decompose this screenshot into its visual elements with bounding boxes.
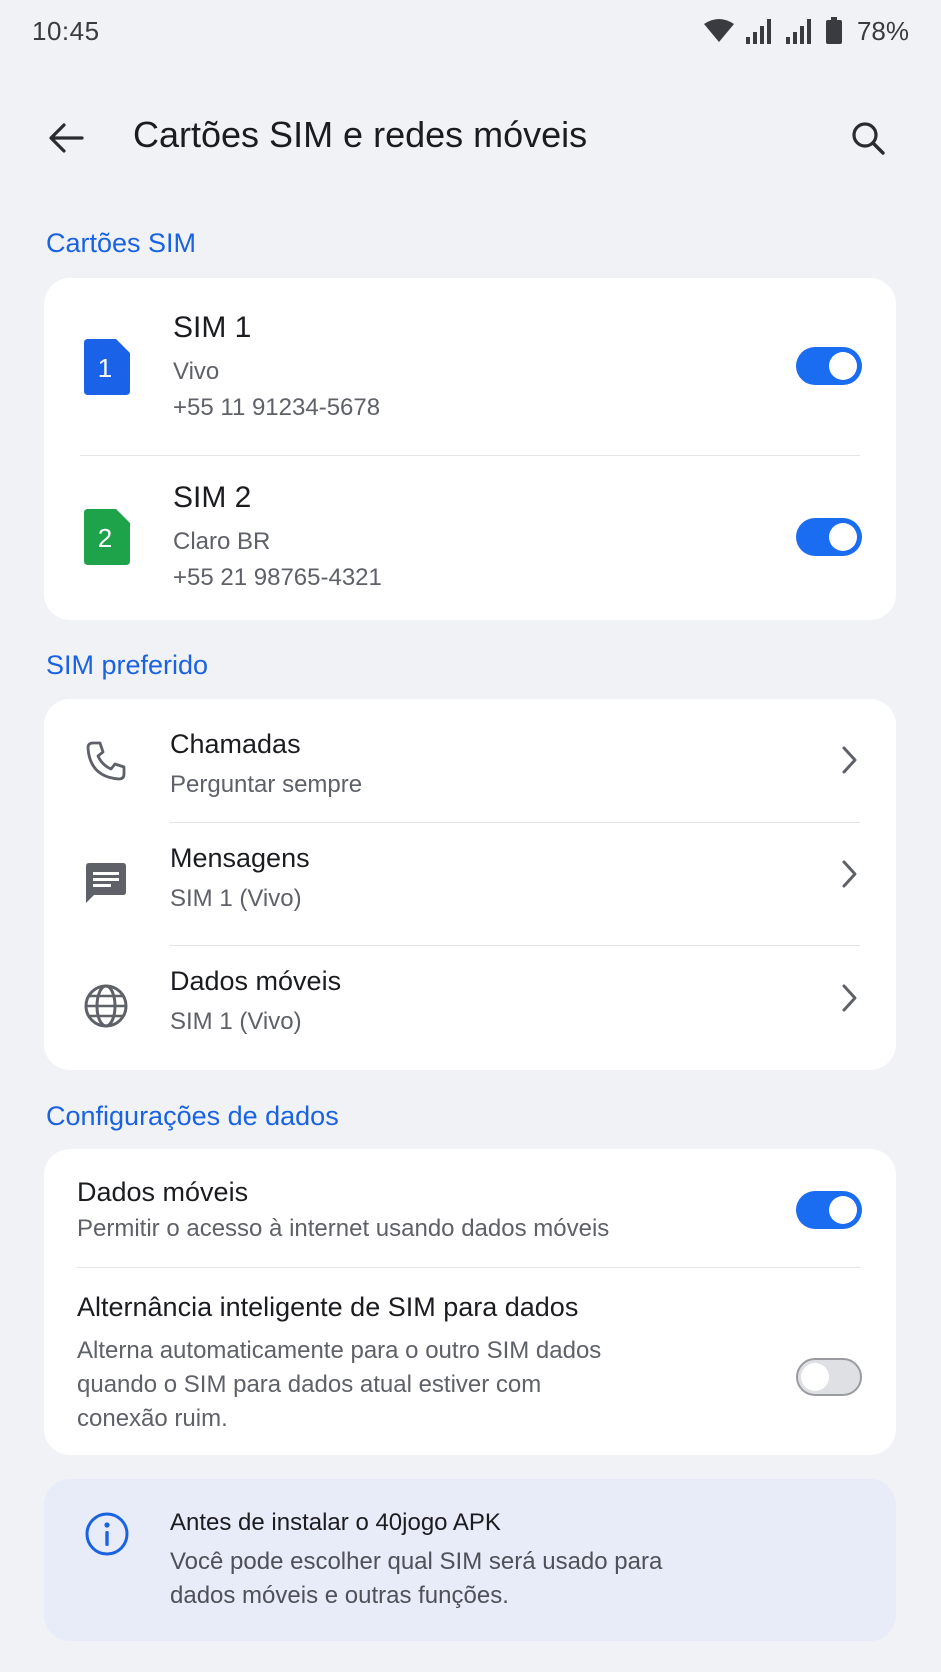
chevron-right-icon	[834, 859, 864, 889]
sim-row-2[interactable]: 2 SIM 2 Claro BR +55 21 98765-4321	[44, 456, 896, 620]
setting-smart-switch-description: Alterna automaticamente para o outro SIM…	[77, 1337, 602, 1432]
page-title: Cartões SIM e redes móveis	[133, 114, 588, 155]
setting-mobile-data-title: Dados móveis	[77, 1177, 249, 1207]
sim-1-toggle[interactable]	[796, 347, 862, 385]
sim-1-badge: 1	[98, 353, 112, 383]
status-icons: 78%	[703, 16, 909, 47]
setting-row-mobile-data[interactable]: Dados móveis Permitir o acesso à interne…	[44, 1149, 896, 1267]
sim-card-2-icon: 2	[84, 509, 130, 565]
wifi-icon	[703, 19, 734, 42]
back-button[interactable]	[40, 112, 92, 164]
preferred-row-messages[interactable]: Mensagens SIM 1 (Vivo)	[44, 823, 896, 945]
preferred-sim-card: Chamadas Perguntar sempre Mensagens SIM …	[44, 699, 896, 1070]
sim-row-1[interactable]: 1 SIM 1 Vivo +55 11 91234-5678	[44, 278, 896, 454]
preferred-calls-title: Chamadas	[170, 729, 301, 759]
setting-row-smart-sim-switch[interactable]: Alternância inteligente de SIM para dado…	[44, 1268, 896, 1455]
sim-1-number: +55 11 91234-5678	[173, 394, 381, 421]
signal-icon	[785, 19, 811, 44]
preferred-messages-title: Mensagens	[170, 843, 310, 873]
info-card: Antes de instalar o 40jogo APK Você pode…	[44, 1479, 896, 1641]
smart-sim-switch-toggle[interactable]	[796, 1358, 862, 1396]
status-bar: 10:45 78%	[0, 0, 941, 62]
sim-2-badge: 2	[98, 523, 112, 553]
preferred-messages-value: SIM 1 (Vivo)	[170, 885, 302, 912]
globe-icon	[80, 980, 132, 1032]
sim-1-carrier: Vivo	[173, 358, 220, 385]
setting-smart-switch-title: Alternância inteligente de SIM para dado…	[77, 1292, 579, 1322]
sim-2-number: +55 21 98765-4321	[173, 564, 382, 591]
search-icon	[852, 122, 885, 155]
message-icon	[80, 857, 132, 909]
status-time: 10:45	[32, 15, 100, 46]
info-title: Antes de instalar o 40jogo APK	[170, 1509, 501, 1536]
phone-icon	[80, 735, 132, 787]
data-settings-card: Dados móveis Permitir o acesso à interne…	[44, 1149, 896, 1455]
search-button[interactable]	[842, 112, 894, 164]
preferred-mobile-data-title: Dados móveis	[170, 966, 342, 996]
chevron-right-icon	[834, 983, 864, 1013]
mobile-data-toggle[interactable]	[796, 1191, 862, 1229]
section-header-preferred-sim: SIM preferido	[46, 650, 209, 680]
arrow-left-icon	[49, 123, 84, 153]
sim-card-1-icon: 1	[84, 339, 130, 395]
preferred-row-calls[interactable]: Chamadas Perguntar sempre	[44, 699, 896, 822]
chevron-right-icon	[834, 745, 864, 775]
section-header-sim-cards: Cartões SIM	[46, 228, 197, 258]
preferred-calls-value: Perguntar sempre	[170, 771, 363, 798]
sim-2-toggle[interactable]	[796, 518, 862, 556]
signal-icon	[745, 19, 771, 44]
info-icon	[85, 1512, 129, 1556]
section-header-data-settings: Configurações de dados	[46, 1101, 339, 1131]
app-bar: Cartões SIM e redes móveis	[0, 96, 941, 176]
sim-2-carrier: Claro BR	[173, 528, 271, 555]
battery-percent: 78%	[856, 15, 909, 46]
battery-icon	[825, 17, 842, 44]
preferred-mobile-data-value: SIM 1 (Vivo)	[170, 1008, 302, 1035]
sim-1-name: SIM 1	[173, 311, 252, 344]
info-text: Você pode escolher qual SIM será usado p…	[170, 1548, 663, 1609]
sim-cards-card: 1 SIM 1 Vivo +55 11 91234-5678 2 SIM 2 C…	[44, 278, 896, 620]
preferred-row-mobile-data[interactable]: Dados móveis SIM 1 (Vivo)	[44, 946, 896, 1070]
sim-2-name: SIM 2	[173, 481, 252, 514]
setting-mobile-data-description: Permitir o acesso à internet usando dado…	[77, 1215, 610, 1242]
